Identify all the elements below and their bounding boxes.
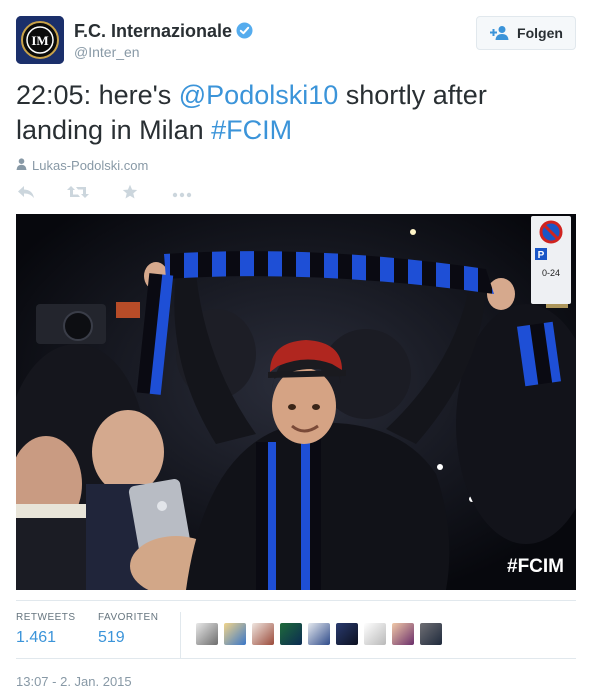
hashtag-link[interactable]: #FCIM (211, 115, 292, 145)
account-handle[interactable]: @Inter_en (74, 44, 140, 60)
more-dots-icon (172, 185, 192, 203)
divider-bottom (16, 658, 576, 659)
tweet-timestamp[interactable]: 13:07 - 2. Jan. 2015 (16, 674, 132, 689)
retweets-count: 1.461 (16, 629, 57, 646)
favoriter-avatar[interactable] (364, 623, 386, 645)
source-attribution[interactable]: Lukas-Podolski.com (16, 158, 148, 173)
retweet-icon (67, 185, 89, 204)
account-avatar[interactable]: IM (16, 16, 64, 64)
podolski-arrival-photo: P 0-24 (16, 214, 576, 590)
verified-badge-icon (236, 22, 253, 44)
reply-icon (17, 185, 35, 204)
favorites-count: 519 (98, 629, 125, 646)
follow-button-label: Folgen (517, 25, 563, 41)
retweets-stat[interactable]: RETWEETS 1.461 (16, 612, 76, 647)
person-icon (16, 158, 27, 173)
svg-text:IM: IM (31, 33, 48, 48)
favorite-star-icon (122, 184, 138, 205)
account-name[interactable]: F.C. Internazionale (74, 21, 253, 44)
favorites-stat[interactable]: FAVORITEN 519 (98, 612, 158, 647)
favoriter-avatar[interactable] (336, 623, 358, 645)
favoriter-avatar[interactable] (420, 623, 442, 645)
favoriter-avatar[interactable] (392, 623, 414, 645)
divider-top (16, 600, 576, 601)
tweet-actions (16, 183, 192, 205)
retweet-button[interactable] (67, 184, 89, 204)
favoriter-avatar[interactable] (224, 623, 246, 645)
favoriter-avatar[interactable] (308, 623, 330, 645)
stats-divider (180, 612, 181, 658)
favoriter-avatar[interactable] (280, 623, 302, 645)
favoriters-avatars (196, 623, 442, 645)
mention-link[interactable]: @Podolski10 (179, 80, 339, 110)
favoriter-avatar[interactable] (196, 623, 218, 645)
favorites-label: FAVORITEN (98, 612, 159, 623)
inter-crest-icon: IM (16, 16, 64, 64)
favoriter-avatar[interactable] (252, 623, 274, 645)
add-user-icon (489, 25, 511, 41)
source-label: Lukas-Podolski.com (32, 158, 149, 173)
favorite-button[interactable] (120, 184, 140, 204)
svg-text:P: P (538, 250, 545, 261)
retweets-label: RETWEETS (16, 612, 76, 623)
follow-button[interactable]: Folgen (476, 16, 576, 50)
more-button[interactable] (172, 184, 192, 204)
photo-hashtag-overlay: #FCIM (507, 556, 564, 577)
tweet-text: 22:05: here's @Podolski10 shortly after … (16, 80, 487, 145)
svg-text:0-24: 0-24 (542, 268, 560, 278)
reply-button[interactable] (16, 184, 36, 204)
tweet-photo[interactable]: P 0-24 #FCIM (16, 214, 576, 590)
